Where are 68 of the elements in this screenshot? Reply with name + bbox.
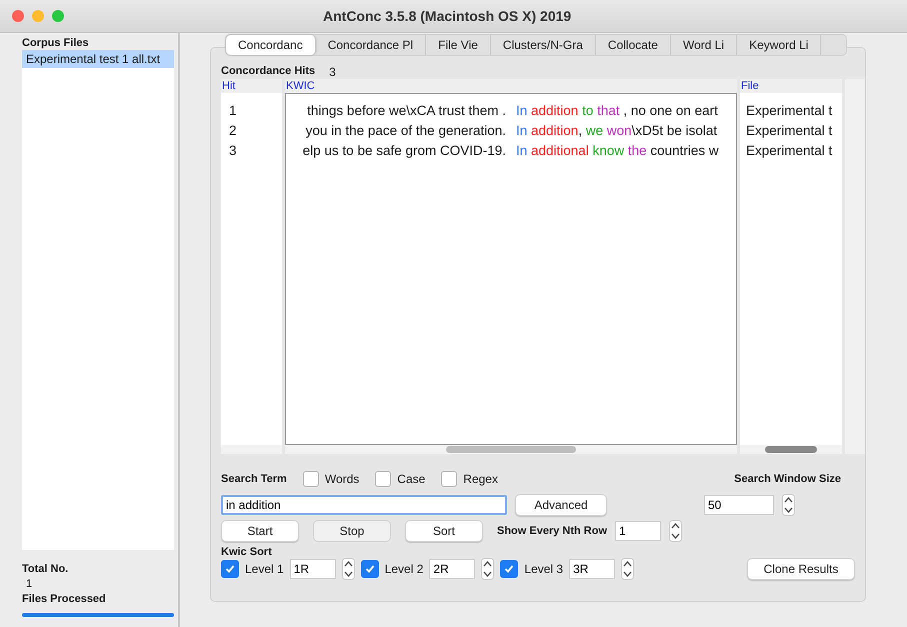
hits-count: 3 — [329, 65, 336, 79]
window-size-field[interactable]: 50 — [704, 495, 774, 515]
checkmark-icon — [364, 564, 375, 574]
checkbox-label: Words — [324, 472, 360, 486]
keyword-context: In addition to that , no one on eart — [516, 102, 718, 120]
checkbox-label: Regex — [463, 472, 498, 486]
sort-level-field[interactable]: 3R — [569, 559, 616, 579]
column-header[interactable]: File — [740, 79, 842, 93]
tab[interactable]: Concordance Pl — [316, 35, 426, 55]
tab[interactable]: Word Li — [670, 35, 738, 55]
file-cell-text: Experimental t — [745, 102, 834, 120]
field-label: Search Term — [221, 473, 287, 485]
scrollbar-thumb[interactable] — [765, 446, 817, 453]
total-label: Total No. — [22, 563, 70, 575]
file-cell-text: Experimental t — [745, 142, 834, 160]
keyword-context: In addition, we won\xD5t be isolat — [516, 122, 718, 140]
hit-number: 1 — [228, 102, 238, 120]
checkbox-label: Level 2 — [384, 562, 424, 576]
checkbox[interactable] — [221, 560, 239, 578]
file-cell-text: Experimental t — [745, 122, 834, 140]
checkbox-label: Case — [397, 472, 426, 486]
sort-level-field[interactable]: 2R — [429, 559, 476, 579]
left-context: you in the pace of the generation. — [304, 122, 507, 140]
hit-number: 2 — [228, 122, 238, 140]
stepper-icon[interactable] — [342, 558, 355, 580]
stepper-icon[interactable] — [621, 558, 634, 580]
tab[interactable]: File Vie — [426, 35, 491, 55]
stepper-icon[interactable] — [782, 494, 795, 516]
processed-label: Files Processed — [22, 593, 107, 605]
clone-results-button[interactable]: Clone Results — [747, 558, 855, 580]
checkbox[interactable] — [360, 560, 379, 578]
advanced-button[interactable]: Advanced — [515, 494, 607, 516]
action-button[interactable]: Start — [221, 520, 299, 542]
stepper-icon[interactable] — [669, 520, 682, 542]
stepper-icon[interactable] — [481, 558, 494, 580]
nth-row-field[interactable]: 1 — [615, 521, 662, 541]
hits-label: Concordance Hits — [221, 65, 316, 79]
checkbox-label: Level 3 — [524, 562, 564, 576]
hit-number: 3 — [228, 142, 238, 160]
checkbox[interactable] — [302, 471, 319, 487]
column-header[interactable]: KWIC — [285, 79, 737, 93]
field-label: Search Window Size — [734, 473, 841, 485]
checkbox[interactable] — [441, 471, 458, 487]
tab[interactable]: Keyword Li — [737, 35, 822, 55]
window-title: AntConc 3.5.8 (Macintosh OS X) 2019 — [323, 8, 572, 24]
checkbox-label: Level 1 — [245, 562, 284, 576]
tab[interactable]: Concordanc — [226, 35, 316, 55]
section-heading: Kwic Sort — [221, 546, 273, 558]
left-context: things before we\xCA trust them . — [306, 102, 507, 120]
checkmark-icon — [504, 564, 514, 574]
keyword-context: In additional know the countries w — [516, 142, 719, 160]
window-control-icon[interactable] — [12, 10, 24, 22]
window-control-icon[interactable] — [52, 10, 64, 22]
search-field[interactable]: in addition — [221, 495, 507, 515]
sort-level-field[interactable]: 1R — [290, 559, 336, 579]
action-button[interactable]: Sort — [405, 520, 483, 542]
section-heading: Corpus Files — [22, 37, 90, 49]
column-header[interactable]: Hit — [221, 79, 282, 93]
file-item[interactable]: Experimental test 1 all.txt — [22, 50, 174, 68]
left-context: elp us to be safe grom COVID-19. — [302, 142, 507, 160]
total-value: 1 — [25, 578, 34, 590]
tab[interactable]: Collocate — [596, 35, 671, 55]
scrollbar-thumb[interactable] — [446, 446, 576, 453]
checkmark-icon — [225, 564, 235, 574]
checkbox[interactable] — [500, 560, 518, 578]
checkbox[interactable] — [375, 471, 392, 487]
tab[interactable]: Clusters/N-Gra — [490, 35, 596, 55]
field-label: Show Every Nth Row — [497, 525, 608, 537]
